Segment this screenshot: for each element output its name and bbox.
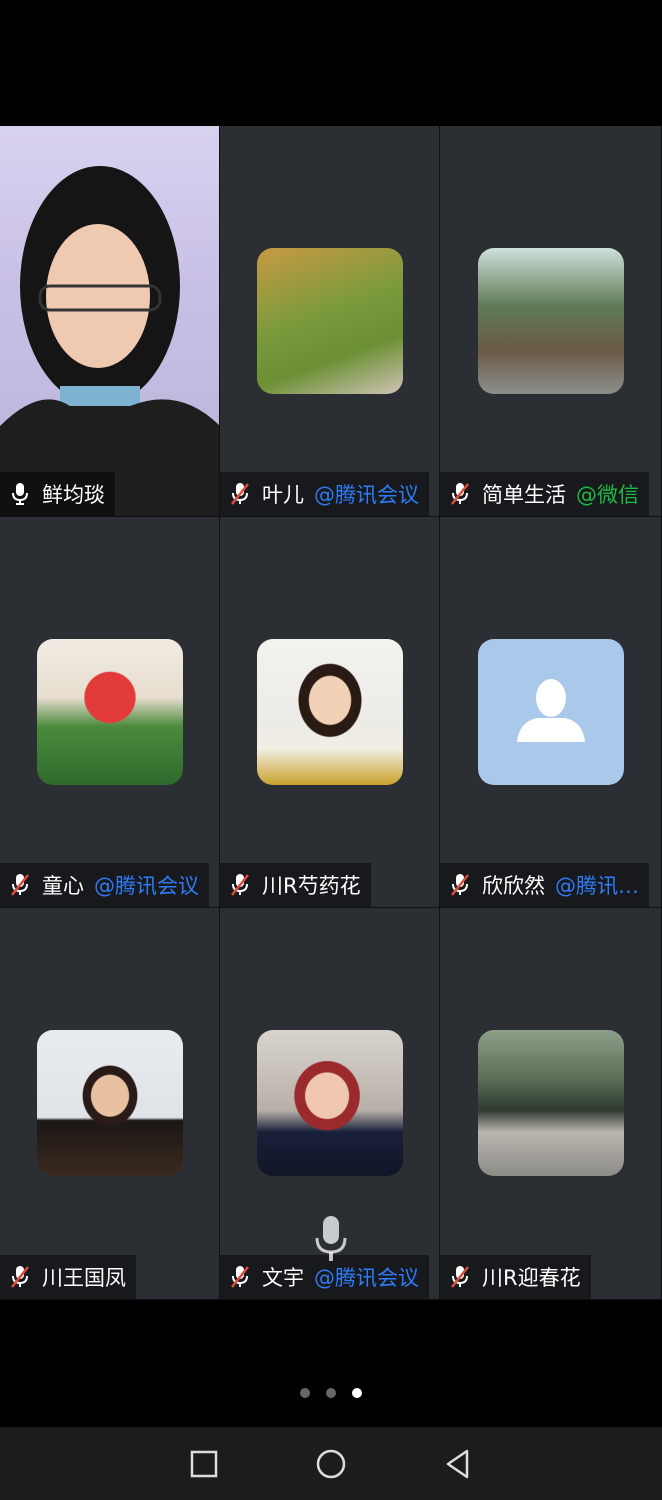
avatar xyxy=(256,639,403,785)
participant-name: 童心 xyxy=(42,874,84,898)
participant-tile-2[interactable]: 叶儿 @腾讯会议 xyxy=(220,126,440,517)
microphone-muted-icon xyxy=(231,1266,249,1288)
participant-tile-5[interactable]: 川R芍药花 xyxy=(220,517,440,908)
participant-tile-3[interactable]: 简单生活 @微信 xyxy=(440,126,662,517)
circle-home-icon xyxy=(316,1449,346,1478)
participant-name-tag: 川R芍药花 xyxy=(220,863,371,907)
participant-name: 简单生活 xyxy=(482,483,566,507)
participant-name: 川R迎春花 xyxy=(482,1266,581,1290)
square-recents-icon xyxy=(190,1450,217,1477)
participant-source-tag: @微信 xyxy=(576,483,639,507)
participant-tile-9[interactable]: 川R迎春花 xyxy=(440,908,662,1300)
participant-name-tag: 欣欣然 @腾讯… xyxy=(440,863,649,907)
speaking-microphone-icon xyxy=(315,1216,347,1261)
microphone-muted-icon xyxy=(11,1266,29,1288)
avatar xyxy=(477,1030,624,1176)
microphone-muted-icon xyxy=(451,874,469,896)
participant-name-tag: 童心 @腾讯会议 xyxy=(0,863,209,907)
participant-name: 川王国凤 xyxy=(42,1266,126,1290)
back-button[interactable] xyxy=(438,1444,478,1484)
avatar xyxy=(256,248,403,394)
video-grid: 鲜均琰 叶儿 @腾讯会议 简单生活 @微信 童心 @腾讯会议 川R芍药花 欣欣然… xyxy=(0,126,662,1300)
participant-name: 叶儿 xyxy=(262,483,304,507)
participant-tile-4[interactable]: 童心 @腾讯会议 xyxy=(0,517,220,908)
home-button[interactable] xyxy=(311,1444,351,1484)
page-dot-1[interactable] xyxy=(300,1388,310,1398)
page-dot-2[interactable] xyxy=(326,1388,336,1398)
participant-tile-6[interactable]: 欣欣然 @腾讯… xyxy=(440,517,662,908)
participant-source-tag: @腾讯… xyxy=(555,874,639,898)
participant-video xyxy=(0,166,219,516)
avatar xyxy=(477,248,624,394)
avatar xyxy=(36,639,183,785)
participant-name-tag: 叶儿 @腾讯会议 xyxy=(220,472,429,516)
participant-name: 川R芍药花 xyxy=(262,874,361,898)
participant-name-tag: 川R迎春花 xyxy=(440,1255,591,1299)
microphone-muted-icon xyxy=(451,1266,469,1288)
triangle-back-icon xyxy=(447,1449,469,1478)
page-indicator xyxy=(0,1388,662,1398)
participant-name-tag: 鲜均琰 xyxy=(0,472,115,516)
avatar xyxy=(477,639,624,785)
participant-tile-7[interactable]: 川王国凤 xyxy=(0,908,220,1300)
participant-source-tag: @腾讯会议 xyxy=(94,874,199,898)
participant-name-tag: 川王国凤 xyxy=(0,1255,136,1299)
microphone-icon xyxy=(12,483,28,505)
participant-name: 鲜均琰 xyxy=(42,483,105,507)
avatar xyxy=(256,1030,403,1176)
recents-button[interactable] xyxy=(184,1444,224,1484)
microphone-muted-icon xyxy=(231,874,249,896)
system-navigation-bar xyxy=(0,1427,662,1500)
participant-tile-1[interactable]: 鲜均琰 xyxy=(0,126,220,517)
microphone-muted-icon xyxy=(11,874,29,896)
microphone-muted-icon xyxy=(231,483,249,505)
participant-name: 文宇 xyxy=(262,1266,304,1290)
avatar xyxy=(36,1030,183,1176)
participant-source-tag: @腾讯会议 xyxy=(314,1266,419,1290)
participant-name-tag: 简单生活 @微信 xyxy=(440,472,649,516)
microphone-muted-icon xyxy=(451,483,469,505)
default-person-icon xyxy=(516,679,585,742)
participant-source-tag: @腾讯会议 xyxy=(314,483,419,507)
participant-name: 欣欣然 xyxy=(482,874,545,898)
page-dot-3[interactable] xyxy=(352,1388,362,1398)
